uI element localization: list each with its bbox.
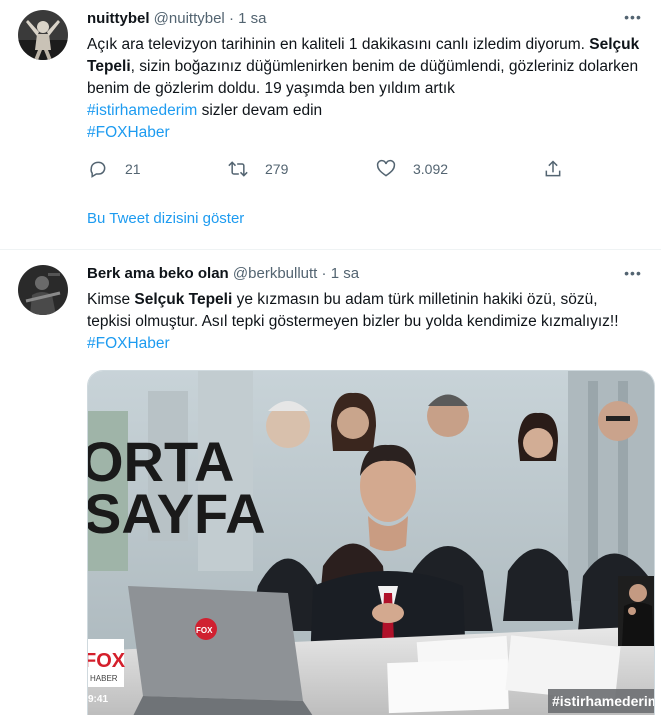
avatar[interactable] [18, 265, 68, 315]
reply-count: 21 [125, 161, 141, 177]
hashtag-overlay: #istirhamederim [552, 693, 655, 709]
text-segment: Kimse [87, 291, 135, 308]
clock: 9:41 [88, 694, 108, 705]
like-button[interactable]: 3.092 [375, 158, 448, 180]
avatar[interactable] [18, 10, 68, 60]
separator: · [228, 10, 234, 27]
tweet[interactable]: nuittybel @nuittybel · 1 sa ••• Açık ara… [0, 0, 661, 249]
like-count: 3.092 [413, 161, 449, 177]
tweet-header: Berk ama beko olan @berkbullutt · 1 sa [87, 264, 359, 283]
retweet-count: 279 [265, 161, 289, 177]
text-segment: Açık ara televizyon tarihinin en kalitel… [87, 36, 585, 53]
tweet[interactable]: Berk ama beko olan @berkbullutt · 1 sa •… [0, 250, 661, 715]
tweet-text: Açık ara televizyon tarihinin en kalitel… [87, 34, 641, 144]
text-segment: , sizin boğazınız düğümlenirken benim de… [87, 58, 639, 97]
hashtag-link[interactable]: #istirhamederim [87, 102, 197, 119]
handle[interactable]: @nuittybel [154, 10, 225, 27]
display-name[interactable]: nuittybel [87, 10, 150, 27]
timestamp[interactable]: 1 sa [331, 265, 359, 282]
hashtag-link[interactable]: #FOXHaber [87, 335, 170, 352]
bold-name: Selçuk Tepeli [134, 291, 233, 308]
retweet-icon [227, 158, 249, 180]
show-thread-link[interactable]: Bu Tweet dizisini göster [87, 210, 244, 227]
tweet-media-image[interactable]: ORTA SAYFA FOX FOX HABER 9:41 #istirhame… [87, 370, 655, 715]
more-icon[interactable]: ••• [623, 8, 643, 26]
reply-icon [87, 158, 109, 180]
display-name[interactable]: Berk ama beko olan [87, 265, 229, 282]
show-title: SAYFA [88, 482, 266, 545]
separator: · [321, 265, 327, 282]
more-icon[interactable]: ••• [623, 264, 643, 282]
retweet-button[interactable]: 279 [227, 158, 288, 180]
timestamp[interactable]: 1 sa [238, 10, 266, 27]
tweet-text: Kimse Selçuk Tepeli ye kızmasın bu adam … [87, 289, 641, 355]
like-icon [375, 158, 397, 180]
channel-sub: HABER [90, 674, 118, 683]
hashtag-link[interactable]: #FOXHaber [87, 124, 170, 141]
tweet-header: nuittybel @nuittybel · 1 sa [87, 9, 266, 28]
share-button[interactable] [542, 158, 564, 180]
text-segment: sizler devam edin [197, 102, 323, 119]
laptop-logo: FOX [196, 626, 213, 635]
channel-logo: FOX [88, 650, 126, 672]
reply-button[interactable]: 21 [87, 158, 141, 180]
handle[interactable]: @berkbullutt [233, 265, 317, 282]
action-bar: 21 279 3.092 [87, 158, 641, 182]
share-icon [542, 158, 564, 180]
